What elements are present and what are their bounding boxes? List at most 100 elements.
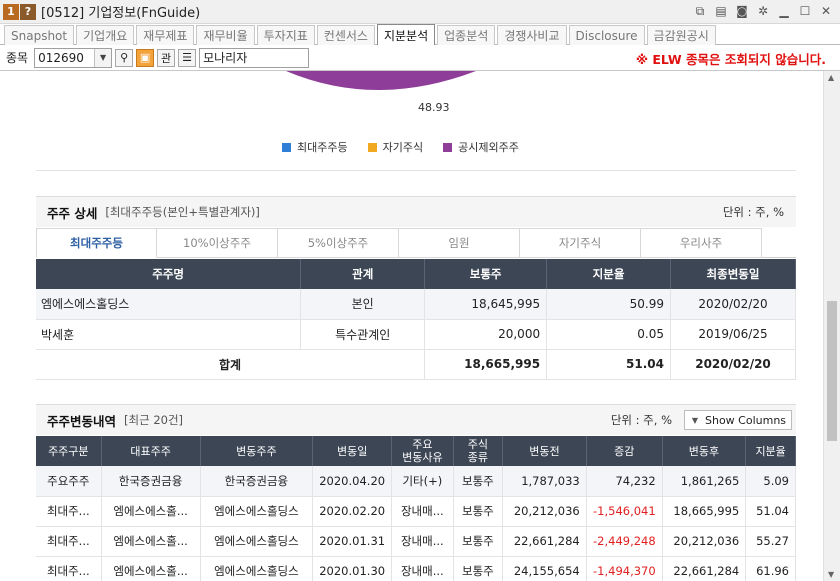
stack-icon[interactable]: ☰ <box>178 48 197 67</box>
tab-10[interactable]: 금감원공시 <box>646 25 716 45</box>
changes-header: 주주변동내역 [최근 20건] 단위 : 주, % ▼ Show Columns <box>36 404 796 435</box>
subtab-1[interactable]: 10%이상주주 <box>157 228 278 258</box>
window-title: [0512] 기업정보(FnGuide) <box>41 6 201 21</box>
subtab-5[interactable]: 우리사주 <box>641 228 762 258</box>
shareholder-subtabs: 최대주주등 10%이상주주 5%이상주주 임원 자기주식 우리사주 <box>36 228 796 258</box>
gwan-button[interactable]: 관 <box>157 48 176 67</box>
column-header: 주주명 <box>36 259 302 289</box>
table-row[interactable]: 최대주... 엠에스에스홀... 엠에스에스홀딩스 2020.01.30 장내매... 보… <box>36 556 796 581</box>
stock-kind-cell: 보통주 <box>453 556 504 581</box>
memo-icon[interactable]: ▤ <box>713 3 729 19</box>
chevron-down-icon[interactable]: ▼ <box>94 48 112 67</box>
ratio-cell: 0.05 <box>546 319 672 350</box>
show-columns-button[interactable]: ▼ Show Columns <box>684 410 792 430</box>
scroll-down-icon[interactable]: ▼ <box>828 570 834 579</box>
tab-0[interactable]: Snapshot <box>4 25 75 45</box>
stock-kind-cell: 보통주 <box>453 496 504 527</box>
total-label-cell: 합계 <box>36 348 426 380</box>
pie-slice-undisclosed <box>286 71 476 90</box>
column-header: 증감 <box>586 436 663 466</box>
total-date-cell: 2020/02/20 <box>670 348 796 380</box>
tab-6[interactable]: 지분분석 <box>376 24 436 45</box>
vertical-scrollbar[interactable]: ▲ ▼ <box>823 71 840 581</box>
title-bar: 1 ? [0512] 기업정보(FnGuide) ⧉ ▤ ◙ ✲ ▁ ☐ ✕ <box>0 0 840 24</box>
folder-icon[interactable]: ▣ <box>136 48 155 67</box>
maximize-icon[interactable]: ☐ <box>797 3 813 19</box>
reason-cell: 장내매... <box>391 496 454 527</box>
chevron-down-icon: ▼ <box>691 415 699 425</box>
link-icon[interactable]: ⧉ <box>692 3 708 19</box>
tab-4[interactable]: 투자지표 <box>256 25 315 45</box>
holder-type-cell: 최대주... <box>36 556 102 581</box>
reason-cell: 장내매... <box>391 556 454 581</box>
changed-holder-cell: 엠에스에스홀딩스 <box>200 496 314 527</box>
after-cell: 18,665,995 <box>662 496 747 527</box>
ratio-cell: 61.96 <box>745 556 796 581</box>
subtab-2[interactable]: 5%이상주주 <box>278 228 399 258</box>
subtab-0[interactable]: 최대주주등 <box>36 228 157 258</box>
table-row[interactable]: 최대주... 엠에스에스홀... 엠에스에스홀딩스 2020.01.31 장내매... 보… <box>36 526 796 557</box>
screen-number-badge[interactable]: 1 <box>3 3 19 20</box>
shares-cell: 20,000 <box>424 319 548 350</box>
minimize-icon[interactable]: ▁ <box>776 3 792 19</box>
tab-8[interactable]: 경쟁사비교 <box>497 25 567 45</box>
change-cell: 74,232 <box>586 466 663 497</box>
pie-legend: 최대주주등 자기주식 공시제외주주 <box>282 139 519 155</box>
stock-kind-cell: 보통주 <box>453 526 504 557</box>
legend-swatch <box>443 142 453 152</box>
holder-name-cell: 박세훈 <box>36 319 302 350</box>
help-icon[interactable]: ? <box>20 3 36 20</box>
subtab-4[interactable]: 자기주식 <box>520 228 641 258</box>
holder-type-cell: 주요주주 <box>36 466 102 497</box>
stock-code-input[interactable]: 012690 ▼ <box>34 47 113 68</box>
change-date-cell: 2020.01.31 <box>312 526 393 557</box>
holder-type-cell: 최대주... <box>36 496 102 527</box>
table-row[interactable]: 박세훈 특수관계인 20,000 0.05 2019/06/25 <box>36 319 796 350</box>
close-icon[interactable]: ✕ <box>818 3 834 19</box>
reason-cell: 기타(+) <box>391 466 454 497</box>
tab-1[interactable]: 기업개요 <box>76 25 135 45</box>
tab-7[interactable]: 업종분석 <box>437 25 496 45</box>
tab-3[interactable]: 재무비율 <box>196 25 255 45</box>
change-date-cell: 2020.01.30 <box>312 556 393 581</box>
rep-holder-cell: 엠에스에스홀... <box>101 556 201 581</box>
column-header: 변동일 <box>312 436 393 466</box>
company-name-field[interactable]: 모나리자 <box>199 47 310 68</box>
tab-9[interactable]: Disclosure <box>568 25 645 45</box>
ratio-cell: 55.27 <box>745 526 796 557</box>
before-cell: 22,661,284 <box>502 526 587 557</box>
column-header: 변동주주 <box>200 436 314 466</box>
column-header: 지분율 <box>745 436 796 466</box>
holder-type-cell: 최대주... <box>36 526 102 557</box>
column-header: 지분율 <box>546 259 672 289</box>
unit-label: 단위 : 주, % <box>722 205 784 219</box>
camera-icon[interactable]: ◙ <box>734 3 750 19</box>
pie-chart <box>286 71 476 90</box>
scroll-thumb[interactable] <box>827 301 837 441</box>
table-header: 주주구분 대표주주 변동주주 변동일 주요 변동사유 주식 종류 변동전 증감 변동후 지분율 <box>36 436 796 466</box>
legend-item: 공시제외주주 <box>443 139 519 155</box>
tab-5[interactable]: 컨센서스 <box>316 25 375 45</box>
gear-icon[interactable]: ✲ <box>755 3 771 19</box>
unit-label: 단위 : 주, % <box>610 413 672 427</box>
after-cell: 22,661,284 <box>662 556 747 581</box>
scroll-up-icon[interactable]: ▲ <box>828 73 834 82</box>
tab-2[interactable]: 재무제표 <box>136 25 195 45</box>
table-row[interactable]: 주요주주 한국증권금융 한국증권금융 2020.04.20 기타(+) 보통주 1,787,… <box>36 466 796 497</box>
shareholder-changes-table: 주주구분 대표주주 변동주주 변동일 주요 변동사유 주식 종류 변동전 증감 변동후 지분율 주… <box>36 436 796 581</box>
section-subtitle: [최대주주등(본인+특별관계자)] <box>105 205 260 219</box>
subtab-3[interactable]: 임원 <box>399 228 520 258</box>
search-row: 종목 012690 ▼ ⚲ ▣ 관 ☰ 모나리자 ※ ELW 종목은 조회되지 … <box>0 45 840 70</box>
search-icon[interactable]: ⚲ <box>115 48 134 67</box>
window-controls: ⧉ ▤ ◙ ✲ ▁ ☐ ✕ <box>692 3 834 19</box>
date-cell: 2019/06/25 <box>670 319 796 350</box>
changed-holder-cell: 엠에스에스홀딩스 <box>200 526 314 557</box>
legend-item: 최대주주등 <box>282 139 348 155</box>
shareholder-detail-table: 주주명 관계 보통주 지분율 최종변동일 엠에스에스홀딩스 본인 18,645,995 50.… <box>36 259 796 380</box>
table-row[interactable]: 최대주... 엠에스에스홀... 엠에스에스홀딩스 2020.02.20 장내매... 보… <box>36 496 796 527</box>
table-row[interactable]: 엠에스에스홀딩스 본인 18,645,995 50.99 2020/02/20 <box>36 289 796 320</box>
changed-holder-cell: 엠에스에스홀딩스 <box>200 556 314 581</box>
ratio-cell: 51.04 <box>745 496 796 527</box>
column-header: 대표주주 <box>101 436 201 466</box>
changed-holder-cell: 한국증권금융 <box>200 466 314 497</box>
